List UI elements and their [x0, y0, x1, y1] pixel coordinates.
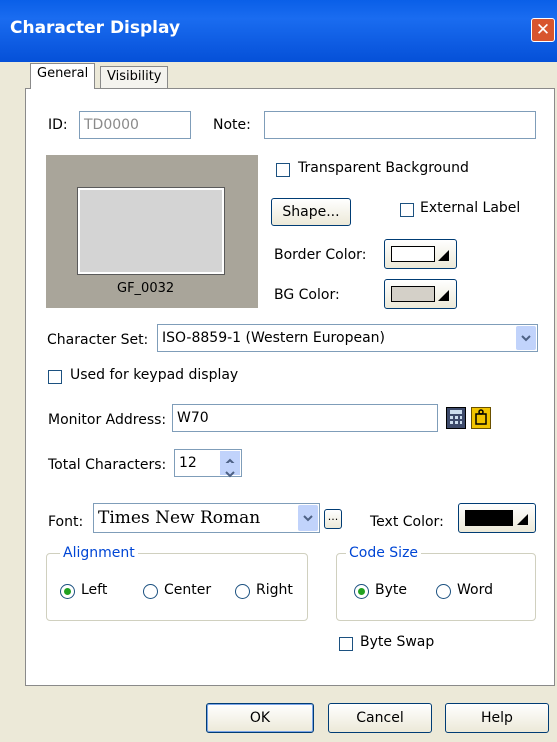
- text-color-label: Text Color:: [370, 514, 444, 530]
- total-characters-label: Total Characters:: [48, 457, 167, 473]
- spin-down-icon[interactable]: [220, 463, 240, 478]
- ok-button[interactable]: OK: [206, 703, 314, 733]
- bg-color-button[interactable]: [384, 279, 457, 309]
- preview-shape: [77, 187, 225, 275]
- calculator-icon[interactable]: [446, 407, 466, 429]
- id-label: ID:: [48, 117, 68, 133]
- align-right-radio[interactable]: [235, 584, 250, 599]
- align-right-label: Right: [256, 582, 293, 598]
- dialog-window: Character Display ✕ General Visibility I…: [0, 0, 557, 742]
- tab-visibility[interactable]: Visibility: [100, 66, 169, 90]
- border-color-button[interactable]: [384, 239, 457, 269]
- text-color-button[interactable]: [458, 503, 536, 533]
- help-button[interactable]: Help: [445, 703, 549, 733]
- close-icon[interactable]: ✕: [531, 18, 555, 42]
- align-center-label: Center: [164, 582, 212, 598]
- text-color-swatch: [465, 510, 513, 526]
- cancel-button[interactable]: Cancel: [328, 703, 432, 733]
- alignment-legend: Alignment: [60, 545, 138, 561]
- title-bar[interactable]: Character Display ✕: [0, 0, 557, 62]
- byte-swap-checkbox[interactable]: [339, 637, 353, 651]
- preview-caption: GF_0032: [117, 281, 175, 296]
- note-label: Note:: [213, 117, 251, 133]
- id-field: TD0000: [79, 111, 191, 139]
- code-byte-label: Byte: [375, 582, 407, 598]
- transparent-bg-checkbox[interactable]: [276, 163, 290, 177]
- byte-swap-label: Byte Swap: [360, 634, 435, 650]
- monitor-address-field[interactable]: W70: [172, 404, 438, 432]
- spin-up-icon[interactable]: [220, 451, 240, 465]
- dropdown-arrow-icon: [438, 250, 449, 261]
- align-center-radio[interactable]: [143, 584, 158, 599]
- font-label: Font:: [48, 514, 84, 530]
- preview-box: GF_0032: [46, 155, 258, 308]
- dropdown-arrow-icon: [438, 290, 449, 301]
- shape-button[interactable]: Shape...: [271, 198, 351, 226]
- bg-color-label: BG Color:: [274, 287, 340, 303]
- monitor-label: Monitor Address:: [48, 412, 167, 428]
- border-color-swatch: [391, 246, 435, 262]
- code-word-radio[interactable]: [436, 584, 451, 599]
- code-word-label: Word: [457, 582, 493, 598]
- font-select[interactable]: Times New Roman: [93, 503, 320, 533]
- keypad-label: Used for keypad display: [70, 367, 239, 383]
- tab-general[interactable]: General: [30, 63, 96, 89]
- border-color-label: Border Color:: [274, 247, 367, 263]
- chevron-down-icon[interactable]: [298, 505, 318, 531]
- external-label-label: External Label: [420, 200, 521, 216]
- transparent-bg-label: Transparent Background: [298, 160, 469, 176]
- code-byte-radio[interactable]: [354, 584, 369, 599]
- total-characters-value: 12: [179, 455, 197, 471]
- code-size-legend: Code Size: [346, 545, 422, 561]
- bg-color-swatch: [391, 286, 435, 302]
- external-label-checkbox[interactable]: [400, 203, 414, 217]
- align-left-radio[interactable]: [60, 584, 75, 599]
- window-title: Character Display: [10, 18, 181, 38]
- charset-value: ISO-8859-1 (Western European): [162, 330, 385, 346]
- dropdown-arrow-icon: [517, 514, 528, 525]
- align-left-label: Left: [81, 582, 108, 598]
- charset-label: Character Set:: [47, 332, 149, 348]
- font-value: Times New Roman: [98, 508, 261, 528]
- chevron-down-icon[interactable]: [516, 326, 536, 350]
- font-browse-button[interactable]: ...: [324, 509, 342, 529]
- address-tag-icon[interactable]: [471, 407, 491, 429]
- charset-select[interactable]: ISO-8859-1 (Western European): [157, 324, 538, 352]
- note-field[interactable]: [264, 111, 536, 139]
- total-characters-spinner[interactable]: 12: [174, 449, 242, 478]
- general-panel: ID: TD0000 Note: GF_0032 Transparent Bac…: [25, 88, 555, 686]
- keypad-checkbox[interactable]: [48, 370, 62, 384]
